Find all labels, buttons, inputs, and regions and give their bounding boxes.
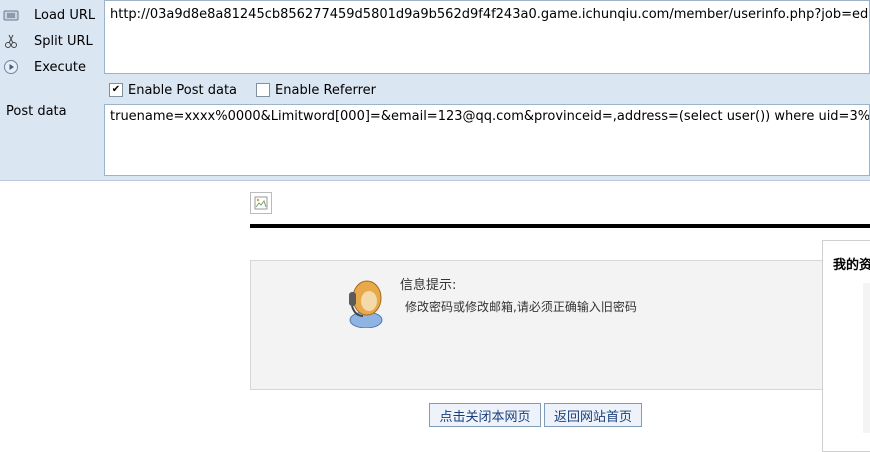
enable-referrer-option[interactable]: Enable Referrer bbox=[251, 83, 376, 98]
hackbar-panel: Load URL Split URL Execute http://03a9d8… bbox=[0, 0, 870, 181]
back-home-button[interactable]: 返回网站首页 bbox=[544, 403, 642, 427]
execute-label: Execute bbox=[34, 59, 86, 75]
side-panel-title: 我的资 bbox=[833, 258, 870, 273]
broken-image-icon bbox=[250, 192, 272, 214]
header-divider bbox=[250, 224, 870, 228]
post-data-textarea[interactable]: truename=xxxx%0000&Limitword[000]=&email… bbox=[104, 104, 870, 176]
enable-post-checkbox[interactable]: ✔ bbox=[109, 83, 123, 97]
enable-referrer-label: Enable Referrer bbox=[275, 82, 376, 98]
user-avatar-icon bbox=[343, 276, 389, 329]
message-box bbox=[250, 260, 824, 390]
play-icon bbox=[2, 58, 20, 76]
scissors-icon bbox=[2, 32, 20, 50]
enable-post-label: Enable Post data bbox=[128, 82, 238, 98]
hackbar-options: ✔ Enable Post data Enable Referrer bbox=[104, 80, 390, 100]
side-panel: 我的资 bbox=[822, 240, 870, 452]
close-page-button[interactable]: 点击关闭本网页 bbox=[429, 403, 541, 427]
post-data-label: Post data bbox=[6, 104, 67, 119]
hackbar-menu: Load URL Split URL Execute bbox=[0, 0, 104, 180]
message-body: 修改密码或修改邮箱,请必须正确输入旧密码 bbox=[405, 300, 637, 314]
load-url-button[interactable]: Load URL bbox=[2, 4, 95, 26]
split-url-label: Split URL bbox=[34, 33, 93, 49]
side-panel-strip bbox=[863, 283, 870, 433]
load-url-label: Load URL bbox=[34, 7, 96, 23]
split-url-button[interactable]: Split URL bbox=[2, 30, 93, 52]
execute-button[interactable]: Execute bbox=[2, 56, 86, 78]
enable-referrer-checkbox[interactable] bbox=[256, 83, 271, 97]
url-textarea[interactable]: http://03a9d8e8a81245cb856277459d5801d9a… bbox=[104, 0, 870, 74]
message-title: 信息提示: bbox=[400, 278, 457, 293]
enable-post-option[interactable]: ✔ Enable Post data bbox=[104, 83, 237, 98]
load-url-icon bbox=[2, 6, 20, 24]
